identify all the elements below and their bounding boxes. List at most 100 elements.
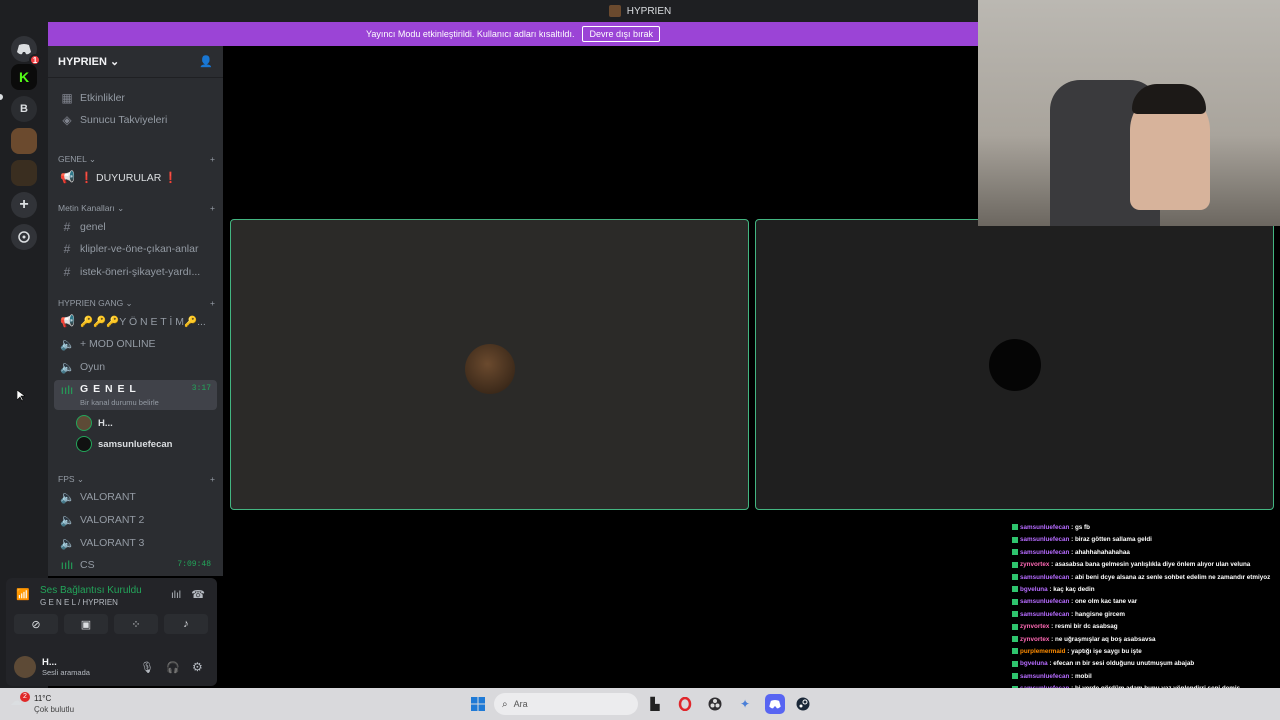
- weather-badge: 2: [20, 692, 30, 702]
- screen-share-button[interactable]: ▣: [64, 614, 108, 634]
- camera-off-icon: ⊘: [31, 618, 41, 631]
- activities-button[interactable]: ⁘: [114, 614, 158, 634]
- chat-username: zynvortex: [1020, 561, 1050, 569]
- category-gang[interactable]: HYPRIEN GANG ⌄ +: [58, 298, 215, 309]
- headphones-figure: [1132, 84, 1206, 114]
- chat-message: zynvortex : asasabsa bana gelmesin yanlı…: [1012, 559, 1280, 571]
- taskbar-search[interactable]: ⌕ Ara: [494, 693, 638, 715]
- noise-suppression-icon[interactable]: ılıl: [171, 590, 181, 601]
- chat-message: samsunluefecan : ahahhahahahahaa: [1012, 547, 1280, 559]
- chat-message: zynvortex : ne uğraşmışlar aq boş asabsa…: [1012, 634, 1280, 646]
- channel-status-hint[interactable]: Bir kanal durumu belirle: [80, 398, 159, 407]
- chat-badge-icon: [1012, 623, 1018, 630]
- opera-icon[interactable]: [675, 694, 695, 714]
- chat-badge-icon: [1012, 660, 1018, 667]
- boost-icon: ◈: [62, 113, 72, 127]
- channel-genel[interactable]: # genel: [54, 217, 217, 237]
- invite-icon[interactable]: 👤: [199, 55, 213, 68]
- banner-text: Yayıncı Modu etkinleştirildi. Kullanıcı …: [366, 29, 575, 39]
- settings-gear-icon[interactable]: ⚙: [192, 660, 203, 674]
- channel-istek[interactable]: # istek-öneri-şikayet-yardı...: [54, 262, 217, 282]
- obs-icon[interactable]: [705, 694, 725, 714]
- chat-text: : yaptığı işe saygı bu işte: [1065, 648, 1142, 656]
- channel-duyurular[interactable]: 📢 ❗ DUYURULAR ❗: [54, 167, 217, 187]
- participant-tile[interactable]: [230, 219, 749, 510]
- chat-text: : one olm kac tane var: [1069, 598, 1138, 606]
- announcement-icon: 📢: [60, 314, 75, 328]
- add-server-icon[interactable]: +: [11, 192, 37, 218]
- discord-home-icon[interactable]: 1: [11, 36, 41, 66]
- category-fps[interactable]: FPS ⌄ +: [58, 474, 215, 485]
- window-title: HYPRIEN: [626, 5, 672, 17]
- hyprien-server-icon[interactable]: [11, 128, 37, 154]
- chat-badge-icon: [1012, 549, 1018, 556]
- soundboard-button[interactable]: ♪: [164, 614, 208, 634]
- mouse-cursor-icon: [17, 390, 25, 402]
- channel-valorant-3[interactable]: 🔈 VALORANT 3: [54, 533, 217, 553]
- chat-message: bgveluna : efecan ın bir sesi olduğunu u…: [1012, 658, 1280, 670]
- chat-text: : ahahhahahahahaa: [1069, 548, 1130, 556]
- headphones-icon[interactable]: 🎧: [166, 661, 180, 674]
- channel-valorant-2[interactable]: 🔈 VALORANT 2: [54, 510, 217, 530]
- voice-member[interactable]: H...: [76, 415, 113, 431]
- channel-oyun[interactable]: 🔈 Oyun: [54, 357, 217, 377]
- events-item[interactable]: ▦ Etkinlikler: [54, 88, 217, 108]
- voice-connected-status[interactable]: Ses Bağlantısı Kuruldu: [40, 585, 142, 596]
- channel-valorant[interactable]: 🔈 VALORANT: [54, 487, 217, 507]
- chat-badge-icon: [1012, 648, 1018, 655]
- discover-icon[interactable]: [11, 224, 37, 250]
- channel-cs[interactable]: ıılı CS 7:09:48: [54, 555, 217, 575]
- channel-yonetim[interactable]: 📢 🔑🔑🔑Y Ö N E T İ M🔑...: [54, 311, 217, 331]
- chat-text: : mobil: [1069, 672, 1092, 680]
- steam-icon[interactable]: [793, 694, 813, 714]
- chat-username: samsunluefecan: [1020, 598, 1070, 606]
- kick-server-icon[interactable]: K: [11, 64, 37, 90]
- soundboard-icon: ♪: [183, 618, 189, 630]
- start-button[interactable]: [468, 694, 488, 714]
- letter-server-icon[interactable]: B: [11, 96, 37, 122]
- channel-mod-online[interactable]: 🔈 + MOD ONLINE: [54, 334, 217, 354]
- camera-toggle-button[interactable]: ⊘: [14, 614, 58, 634]
- microphone-icon[interactable]: 🎙: [140, 661, 154, 674]
- chat-message: zynvortex : resmi bir dc asabsag: [1012, 621, 1280, 633]
- category-genel[interactable]: GENEL ⌄ +: [58, 154, 215, 165]
- streamer-mode-banner: Yayıncı Modu etkinleştirildi. Kullanıcı …: [48, 22, 978, 46]
- user-status: Sesli aramada: [42, 668, 90, 677]
- chat-username: samsunluefecan: [1020, 610, 1070, 618]
- category-text[interactable]: Metin Kanalları ⌄ +: [58, 203, 215, 214]
- add-channel-icon[interactable]: +: [210, 154, 215, 165]
- voice-member[interactable]: samsunluefecan: [76, 436, 172, 452]
- channel-genel-voice[interactable]: ıılı G E N E L 3:17 Bir kanal durumu bel…: [54, 380, 217, 410]
- disconnect-icon[interactable]: ☎: [191, 588, 205, 601]
- chat-badge-icon: [1012, 635, 1018, 642]
- discord-taskbar-icon[interactable]: [765, 694, 785, 714]
- chat-username: samsunluefecan: [1020, 524, 1070, 531]
- hash-icon: #: [63, 220, 71, 234]
- user-bar[interactable]: H... Sesli aramada 🎙 🎧 ⚙: [6, 648, 217, 686]
- speaker-icon: 🔈: [60, 536, 75, 550]
- weather-temp: 11°C: [34, 694, 52, 703]
- search-icon: ⌕: [502, 698, 508, 710]
- channel-klipler[interactable]: # klipler-ve-öne-çıkan-anlar: [54, 239, 217, 259]
- disable-streamer-mode-button[interactable]: Devre dışı bırak: [582, 26, 660, 42]
- taskbar: ☁ 2 11°C Çok bulutlu ⌕ Ara ▙ ✦: [0, 688, 1280, 720]
- chat-badge-icon: [1012, 586, 1018, 593]
- speaker-icon: 🔈: [60, 360, 75, 374]
- voice-active-icon: ıılı: [60, 558, 74, 572]
- server-name: HYPRIEN: [58, 56, 107, 68]
- game-server-icon[interactable]: [11, 160, 37, 186]
- chat-username: samsunluefecan: [1020, 548, 1070, 556]
- add-channel-icon[interactable]: +: [210, 474, 215, 485]
- chat-text: : hangisne gircem: [1069, 610, 1125, 618]
- app-icon[interactable]: ✦: [735, 694, 755, 714]
- boosts-item[interactable]: ◈ Sunucu Takviyeleri: [54, 110, 217, 130]
- add-channel-icon[interactable]: +: [210, 298, 215, 309]
- participant-tile[interactable]: [755, 219, 1274, 510]
- signal-icon: 📶: [16, 589, 30, 601]
- screen-share-icon: ▣: [80, 618, 92, 631]
- server-header[interactable]: HYPRIEN ⌄ 👤: [48, 46, 223, 78]
- chat-message: samsunluefecan : gs fb: [1012, 522, 1280, 534]
- add-channel-icon[interactable]: +: [210, 203, 215, 214]
- file-explorer-icon[interactable]: ▙: [645, 694, 665, 714]
- weather-desc: Çok bulutlu: [34, 705, 75, 714]
